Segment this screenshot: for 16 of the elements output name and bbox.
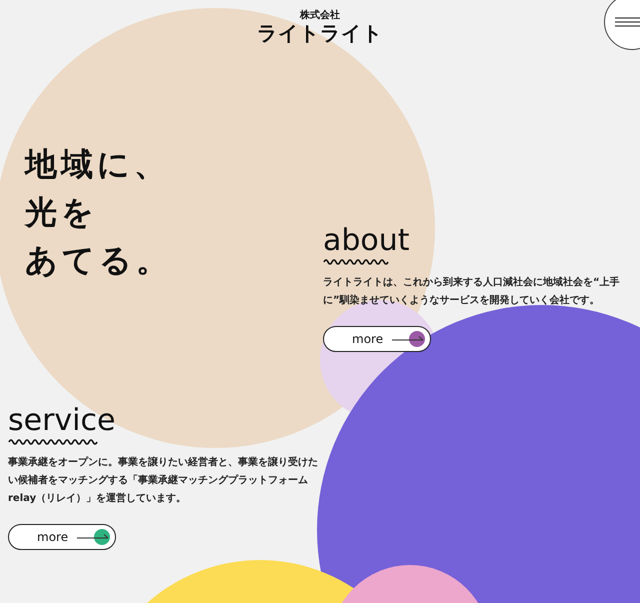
hero-headline-line: 光を [25, 192, 99, 233]
section-description: ライトライトは、これから到来する人口減社会に地域社会を“上手に”馴染ませていくようなサービスを開発していく会社です。 [323, 276, 621, 308]
section-description: 事業承継をオープンに。事業を譲りたい経営者と、事業を譲り受けたい候補者をマッチングする「事業承継マッチングプラットフォームrelay（リレイ）」を運営しています。 [8, 455, 319, 506]
section-heading: about [323, 224, 411, 258]
more-button[interactable]: more [323, 326, 431, 352]
more-button[interactable]: more [8, 524, 116, 550]
section-heading: service [8, 404, 116, 438]
logo-caption: 株式会社 [300, 10, 340, 22]
arrow-icon [392, 335, 426, 343]
hero-headline-line: あてる。 [25, 240, 173, 281]
hero-headline-line: 地域に、 [25, 144, 171, 185]
arrow-icon [77, 533, 111, 541]
logo-wordmark: ライトライト [257, 22, 383, 44]
menu-icon [615, 17, 640, 27]
wavy-underline-icon [8, 438, 98, 446]
wavy-underline-icon [323, 258, 389, 266]
